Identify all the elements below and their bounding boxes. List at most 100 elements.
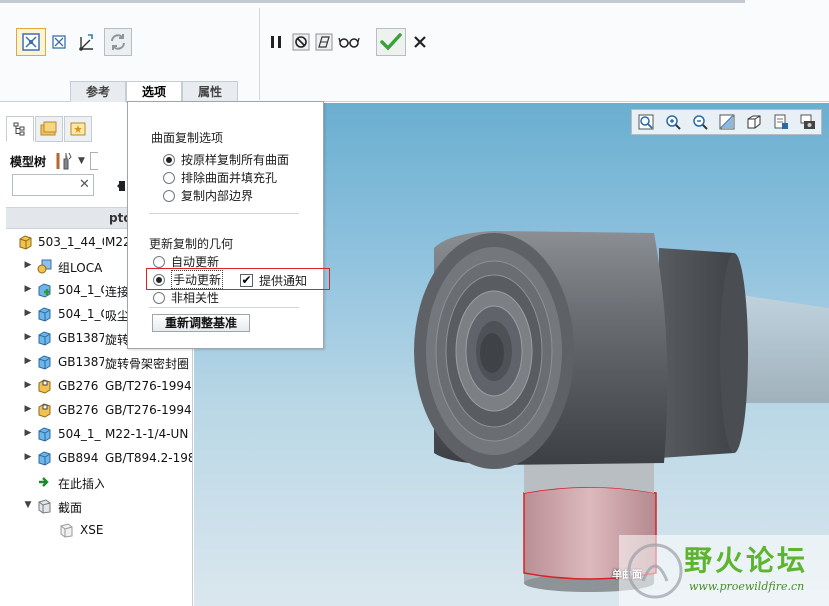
tree-row[interactable]: ▶ GB276 GB/T276-1994 [0,376,192,398]
tree-row-name: 504_1_ [58,427,101,441]
expand-arrow-icon[interactable]: ▶ [23,428,33,438]
settings-box-icon[interactable] [89,152,98,170]
model-tree-label: 模型树 [10,154,47,169]
radio-label: 复制内部边界 [181,189,254,203]
tree-row-name: GB276 [58,403,99,417]
regenerate-datum-button[interactable]: 重新调整基准 [152,314,250,332]
radio-label: 非相关性 [171,291,220,305]
pause-icon[interactable] [266,28,286,56]
feature-dashboard: 参考 选项 属性 [0,0,829,103]
refresh-icon[interactable] [104,28,132,56]
glasses-icon[interactable] [337,28,361,56]
surface-copy-mode-button[interactable] [16,28,46,56]
radio-label: 手动更新 [171,270,224,289]
model-tree-tab-icon[interactable] [6,116,34,142]
expand-arrow-icon[interactable]: ▶ [23,356,33,366]
expand-arrow-icon[interactable]: ▶ [23,380,33,390]
options-panel: 曲面复制选项 按原样复制所有曲面 排除曲面并填充孔 复制内部边界 更新复制的几何… [127,101,330,349]
tab-options[interactable]: 选项 [126,81,182,103]
tree-row-name: GB1387 [58,331,104,345]
navigator-tabs [6,116,93,142]
tree-row[interactable]: ▶ GB1387 旋转骨架密封圈 [0,352,192,374]
tree-row-name: GB1387 [58,355,104,369]
transform-button[interactable] [74,28,100,56]
radio-label: 自动更新 [171,255,220,269]
notify-checkbox[interactable]: ✔ [240,274,253,287]
radio-label: 按原样复制所有曲面 [181,153,290,167]
xsec-icon [59,523,74,538]
expand-arrow-icon[interactable]: ▶ [23,404,33,414]
tools-icon[interactable] [54,151,74,171]
display-style-icon[interactable] [740,110,767,134]
tree-row-column-value: GB/T276-1994 [105,379,192,393]
clear-search-icon[interactable]: ✕ [79,177,90,192]
check-icon[interactable] [376,28,406,56]
radio-copy-all[interactable]: 按原样复制所有曲面 [163,151,289,168]
repaint-icon[interactable] [713,110,740,134]
expand-arrow-icon[interactable]: ▶ [23,284,33,294]
watermark-title: 野火论坛 [684,544,809,577]
expand-arrow-icon[interactable]: ▶ [23,308,33,318]
component-icon [37,451,52,466]
tree-row-name: XSE [80,523,104,537]
saved-views-icon[interactable] [767,110,794,134]
zoom-in-icon[interactable] [659,110,686,134]
component-flex-icon [37,379,52,394]
panel-divider [149,307,299,308]
camera-icon[interactable] [794,110,821,134]
search-filter-icon[interactable] [116,179,126,196]
folder-browser-tab-icon[interactable] [35,116,63,142]
tab-references[interactable]: 参考 [70,81,126,102]
tree-row[interactable]: ▼ 截面 [0,496,192,518]
tree-row-name: GB276 [58,379,99,393]
collapse-arrow-icon[interactable]: ▼ [23,500,33,510]
tree-row[interactable]: ▶ GB894 GB/T894.2-198 [0,448,192,470]
zoom-out-icon[interactable] [686,110,713,134]
group-icon [37,259,52,274]
dashboard-separator [259,8,260,100]
tree-row-name: GB894 [58,451,99,465]
tree-row-name: 503_1_44_0 [38,235,104,249]
expand-arrow-icon[interactable]: ▶ [23,332,33,342]
radio-copy-inner-boundary[interactable]: 复制内部边界 [163,187,253,204]
component-link-icon [37,283,52,298]
component-icon [37,307,52,322]
radio-button[interactable] [153,291,165,304]
refit-icon[interactable] [632,110,659,134]
dashboard-top-border [0,0,745,3]
watermark: 野火论坛 www.proewildfire.cn [619,535,829,606]
expand-arrow-icon[interactable]: ▶ [23,452,33,462]
radio-exclude-fill[interactable]: 排除曲面并填充孔 [163,169,277,186]
favorites-tab-icon[interactable] [64,116,92,142]
copy-geometry-button[interactable] [48,28,70,56]
section-icon [37,499,52,514]
radio-manual-update[interactable]: 手动更新 [153,270,224,289]
tree-row-name: 504_1_C [58,307,104,321]
radio-button[interactable] [163,171,175,184]
radio-button[interactable] [153,273,165,286]
tree-row[interactable]: XSE [0,520,192,542]
radio-button[interactable] [163,153,175,166]
tree-toolbar: 模型树 ▼ [10,151,98,171]
radio-button[interactable] [153,255,165,268]
graphics-toolbar [631,109,822,135]
tree-row[interactable]: ▶ GB276 GB/T276-1994 [0,400,192,422]
tab-properties[interactable]: 属性 [182,81,238,102]
insert-arrow-icon [37,475,52,490]
radio-auto-update[interactable]: 自动更新 [153,253,219,270]
no-preview-icon[interactable] [290,28,312,56]
close-icon[interactable] [410,28,430,56]
tree-row[interactable]: 在此插入 [0,472,192,494]
tree-row-column-value: 旋转骨架密封圈 [105,357,190,371]
panel-divider [149,213,299,214]
geometry-preview-icon[interactable] [313,28,335,56]
radio-non-associative[interactable]: 非相关性 [153,289,219,306]
tree-row-column-value: M22-1-1/4-UN [105,427,189,441]
tree-row[interactable]: ▶ 504_1_ M22-1-1/4-UN [0,424,192,446]
expand-arrow-icon[interactable]: ▶ [23,260,33,270]
surface-copy-options-title: 曲面复制选项 [151,131,224,145]
chevron-down-icon[interactable]: ▼ [78,156,85,166]
radio-label: 排除曲面并填充孔 [181,171,278,185]
radio-button[interactable] [163,189,175,202]
component-icon [37,331,52,346]
